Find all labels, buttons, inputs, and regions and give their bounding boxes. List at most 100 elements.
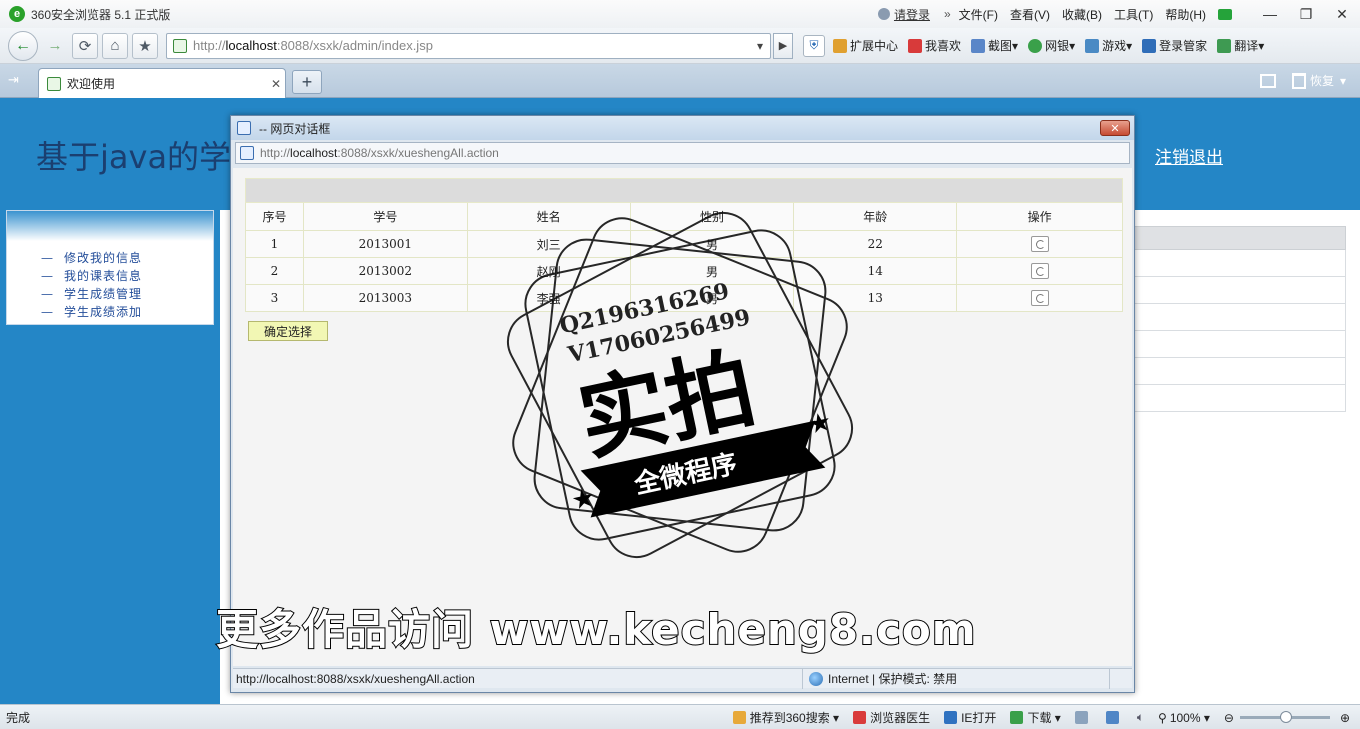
cell-action (956, 257, 1123, 285)
tool-like[interactable]: 我喜欢 (908, 37, 961, 54)
dialog-title-bar: -- 网页对话框 (231, 116, 1134, 140)
open-in-ie[interactable]: IE打开 (944, 709, 996, 726)
logout-link[interactable]: 注销退出 (1155, 143, 1223, 168)
cell-index: 2 (245, 257, 304, 285)
zoom-control[interactable]: ⚲ 100% ▾ (1158, 711, 1210, 725)
translate-icon (1217, 38, 1232, 53)
maximize-button[interactable]: ❐ (1288, 3, 1324, 25)
address-url[interactable]: http://localhost:8088/xsxk/admin/index.j… (193, 38, 750, 53)
security-zone-label: Internet | 保护模式: 禁用 (828, 672, 958, 686)
url-host: localhost (225, 38, 277, 53)
cell-action (956, 230, 1123, 258)
zoom-out-button[interactable]: ⊖ (1224, 711, 1234, 725)
background-table-row (1132, 385, 1346, 412)
url-path: :8088/xsxk/admin/index.jsp (276, 38, 433, 53)
tool-login-manager[interactable]: 登录管家 (1142, 37, 1207, 54)
restore-label[interactable]: 恢复 (1310, 72, 1334, 89)
menu-bullet: — (41, 269, 54, 283)
cell-student-id: 2013001 (302, 230, 468, 258)
table-caption-row (245, 178, 1123, 203)
tool-banking[interactable]: 网银 ▾ (1028, 37, 1075, 54)
menu-help[interactable]: 帮助(H) (1165, 6, 1206, 23)
confirm-selection-button[interactable]: 确定选择 (248, 321, 328, 341)
plus-icon: + (301, 71, 313, 92)
sidebar-toggle-icon[interactable]: ⇥ (8, 72, 26, 88)
window-icon[interactable] (1074, 711, 1092, 724)
zoom-icon: ⚲ (1158, 710, 1167, 725)
restore-dropdown-icon[interactable]: ▾ (1340, 74, 1346, 88)
star-icon: ★ (138, 37, 152, 55)
select-radio[interactable] (1030, 236, 1049, 252)
login-link[interactable]: 请登录 (877, 6, 930, 23)
security-zone: Internet | 保护模式: 禁用 (802, 668, 1110, 689)
select-radio[interactable] (1030, 290, 1049, 306)
zoom-slider[interactable] (1239, 711, 1330, 723)
tab-welcome[interactable]: 欢迎使用 ✕ (38, 68, 286, 98)
home-button[interactable]: ⌂ (102, 32, 128, 59)
shield-icon (1105, 711, 1119, 724)
browser-doctor[interactable]: 浏览器医生 (853, 709, 930, 726)
ie-icon (944, 711, 958, 724)
menu-item-grade-management[interactable]: — 学生成绩管理 (41, 285, 213, 303)
tool-label: 我喜欢 (925, 39, 962, 53)
dialog-close-button[interactable]: ✕ (1100, 120, 1130, 136)
tab-label: 欢迎使用 (67, 77, 116, 91)
tab-close-icon[interactable]: ✕ (267, 77, 285, 91)
tool-games[interactable]: 游戏 ▾ (1085, 37, 1132, 54)
login-label: 请登录 (893, 7, 930, 22)
close-window-button[interactable]: ✕ (1324, 3, 1360, 25)
menu-favorites[interactable]: 收藏(B) (1062, 6, 1102, 23)
navigation-bar: ← → ⟳ ⌂ ★ http://localhost:8088/xsxk/adm… (0, 28, 1360, 64)
skin-icon[interactable] (1218, 8, 1232, 20)
column-header: 学号 (302, 202, 468, 231)
select-radio[interactable] (1030, 263, 1049, 279)
tab-bar: ⇥ 欢迎使用 ✕ + 恢复 ▾ (0, 64, 1360, 98)
tool-extension-center[interactable]: 扩展中心 (833, 37, 898, 54)
volume-button[interactable]: 🔈︎ (1137, 710, 1144, 725)
search-icon (732, 711, 746, 724)
dialog-status-bar: http://localhost:8088/xsxk/xueshengAll.a… (233, 668, 1132, 689)
refresh-button[interactable]: ⟳ (72, 32, 98, 59)
address-dropdown-icon[interactable]: ▾ (750, 39, 770, 53)
forward-button[interactable]: → (42, 33, 68, 59)
address-bar[interactable]: http://localhost:8088/xsxk/admin/index.j… (166, 32, 771, 59)
menu-item-my-schedule[interactable]: — 我的课表信息 (41, 267, 213, 285)
menu-tools[interactable]: 工具(T) (1114, 6, 1153, 23)
new-tab-button[interactable]: + (292, 70, 322, 94)
menu-file[interactable]: 文件(F) (959, 6, 998, 23)
favorite-button[interactable]: ★ (132, 32, 158, 59)
security-shield-icon[interactable]: ⛨ (803, 34, 825, 57)
cell-student-id: 2013003 (302, 284, 468, 312)
menu-item-grade-add[interactable]: — 学生成绩添加 (41, 303, 213, 321)
background-table (1132, 226, 1346, 412)
zoom-in-button[interactable]: ⊕ (1340, 711, 1350, 725)
column-header: 序号 (245, 202, 304, 231)
background-table-row (1132, 277, 1346, 304)
tool-label: 截图 (988, 39, 1013, 53)
download[interactable]: 下载 ▾ (1010, 709, 1061, 726)
page-title: 基于java的学 (36, 138, 232, 176)
tool-translate[interactable]: 翻译 ▾ (1217, 37, 1264, 54)
shield-status[interactable] (1105, 711, 1123, 724)
recommend-360-search[interactable]: 推荐到360搜索 ▾ (732, 709, 839, 726)
zoom-slider-knob[interactable] (1279, 711, 1292, 723)
zoom-level: 100% (1169, 710, 1201, 725)
url-prefix: http:// (193, 38, 226, 53)
home-icon: ⌂ (110, 37, 120, 54)
status-item-label: 推荐到360搜索 (749, 711, 830, 725)
menu-view[interactable]: 查看(V) (1010, 6, 1050, 23)
dialog-page-icon (240, 146, 254, 160)
back-button[interactable]: ← (8, 30, 38, 61)
dialog-url-host: localhost (290, 146, 338, 160)
watermark-star-icon: ★ (569, 482, 598, 516)
bank-icon (1028, 38, 1043, 53)
left-menu: — 修改我的信息 — 我的课表信息 — 学生成绩管理 — 学生成绩添加 (6, 210, 214, 325)
background-table-row (1132, 358, 1346, 385)
menu-item-edit-info[interactable]: — 修改我的信息 (41, 249, 213, 267)
window-list-icon[interactable] (1259, 73, 1276, 88)
status-text: 完成 (6, 710, 31, 725)
minimize-button[interactable]: — (1252, 3, 1288, 25)
tool-screenshot[interactable]: 截图 ▾ (971, 37, 1018, 54)
trash-icon[interactable] (1291, 72, 1306, 89)
go-button[interactable]: ▶ (773, 32, 793, 59)
